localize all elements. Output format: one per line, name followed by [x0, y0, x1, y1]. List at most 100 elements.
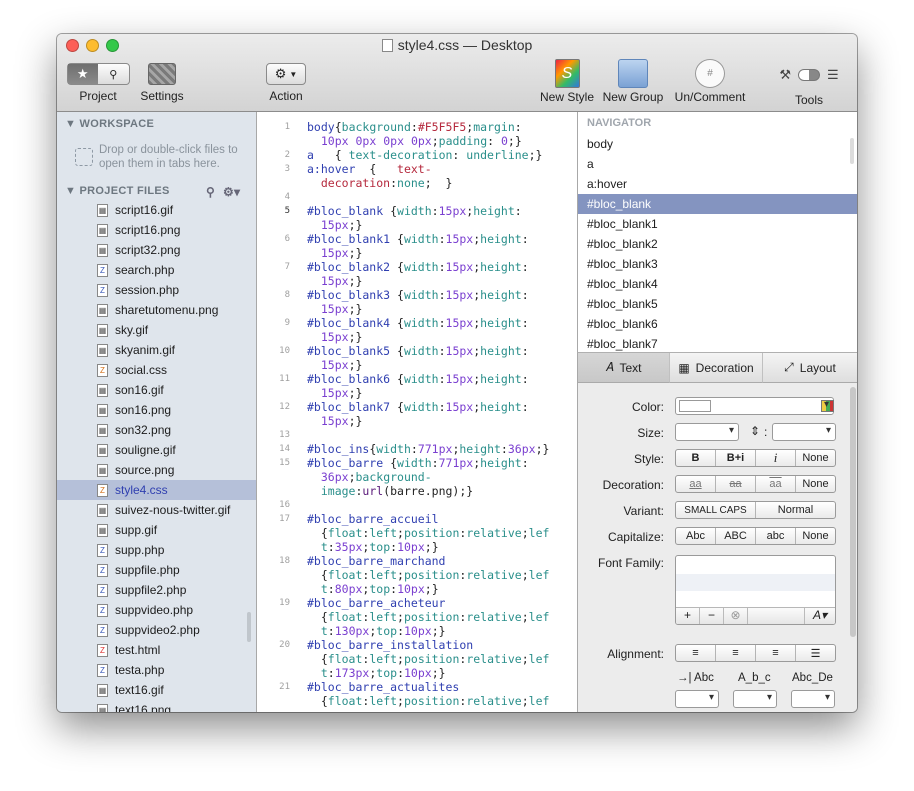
- uncomment-toolbar-item[interactable]: # Un/Comment: [671, 59, 749, 104]
- folder-icon[interactable]: [618, 59, 648, 88]
- navigator-item[interactable]: #bloc_blank7: [578, 334, 857, 352]
- code-editor[interactable]: 1 body{background:#F5F5F5;margin: 10px 0p…: [257, 112, 577, 712]
- align-right-icon[interactable]: ≡: [756, 645, 796, 661]
- new-style-icon[interactable]: S: [554, 59, 580, 88]
- file-row[interactable]: ▦ script32.png: [57, 240, 256, 260]
- code-line[interactable]: #bloc_blank7 {width:15px;height:: [307, 400, 529, 414]
- tab-layout[interactable]: ⤢ Layout: [763, 353, 857, 383]
- navigator-scrollbar[interactable]: [850, 138, 854, 164]
- code-line[interactable]: #bloc_barre_actualites: [307, 680, 459, 694]
- file-row[interactable]: ▦ source.png: [57, 460, 256, 480]
- sidebar-scrollbar[interactable]: [247, 612, 251, 642]
- variant-segmented[interactable]: SMALL CAPS Normal: [675, 501, 836, 519]
- letter-spacing-dropdown[interactable]: [733, 690, 777, 708]
- file-row[interactable]: ▦ supp.gif: [57, 520, 256, 540]
- file-row[interactable]: ▦ souligne.gif: [57, 440, 256, 460]
- disclosure-triangle-icon[interactable]: ▼: [65, 118, 76, 130]
- code-line[interactable]: 15px;}: [307, 274, 363, 288]
- search-icon[interactable]: ⚲: [98, 64, 129, 84]
- file-row[interactable]: ▦ son16.png: [57, 400, 256, 420]
- new-group-toolbar-item[interactable]: New Group: [601, 59, 665, 104]
- code-line[interactable]: a { text-decoration: underline;}: [307, 148, 542, 162]
- code-line[interactable]: 15px;}: [307, 246, 363, 260]
- action-button[interactable]: ⚙ ▼: [266, 63, 306, 85]
- file-row[interactable]: Zsuppvideo2.php: [57, 620, 256, 640]
- disclosure-triangle-icon[interactable]: ▼: [65, 185, 76, 197]
- code-line[interactable]: image:url(barre.png);}: [307, 484, 473, 498]
- file-row[interactable]: ▦ text16.png: [57, 700, 256, 712]
- file-row[interactable]: ▦ sky.gif: [57, 320, 256, 340]
- navigator-item[interactable]: #bloc_blank2: [578, 234, 857, 254]
- code-line[interactable]: body{background:#F5F5F5;margin:: [307, 120, 522, 134]
- navigator-item[interactable]: a: [578, 154, 857, 174]
- code-line[interactable]: {float:left;position:relative;lef: [307, 568, 550, 582]
- project-segmented[interactable]: ★ ⚲: [66, 63, 130, 85]
- code-line[interactable]: a:hover { text-: [307, 162, 432, 176]
- code-line[interactable]: #bloc_barre_marchand: [307, 554, 445, 568]
- color-grid-icon[interactable]: [821, 400, 834, 412]
- file-row[interactable]: Zsearch.php: [57, 260, 256, 280]
- code-line[interactable]: {float:left;position:relative;lef: [307, 652, 550, 666]
- file-row[interactable]: Zsuppvideo.php: [57, 600, 256, 620]
- code-line[interactable]: t:35px;top:10px;}: [307, 540, 439, 554]
- tab-text[interactable]: 𝐴 Text: [578, 353, 670, 383]
- overline-button[interactable]: aa: [756, 476, 796, 492]
- list-icon[interactable]: ☰: [827, 67, 839, 83]
- code-line[interactable]: 15px;}: [307, 330, 363, 344]
- add-font-button[interactable]: +: [676, 608, 700, 624]
- style-none-button[interactable]: None: [796, 450, 835, 466]
- code-line[interactable]: t:80px;top:10px;}: [307, 582, 439, 596]
- code-line[interactable]: 10px 0px 0px 0px;padding: 0;}: [307, 134, 522, 148]
- alignment-segmented[interactable]: ≡ ≡ ≡ ☰: [675, 644, 836, 662]
- file-row[interactable]: ▦ script16.png: [57, 220, 256, 240]
- file-row[interactable]: Zsession.php: [57, 280, 256, 300]
- align-left-icon[interactable]: ≡: [676, 645, 716, 661]
- capitalize-segmented[interactable]: Abc ABC abc None: [675, 527, 836, 545]
- code-line[interactable]: #bloc_blank4 {width:15px;height:: [307, 316, 529, 330]
- inspector-scrollbar[interactable]: [850, 387, 856, 637]
- variant-normal-button[interactable]: Normal: [756, 502, 835, 518]
- style-segmented[interactable]: B B+i i None: [675, 449, 836, 467]
- capitalize-none-button[interactable]: None: [796, 528, 835, 544]
- code-line[interactable]: 15px;}: [307, 414, 363, 428]
- code-line[interactable]: #bloc_blank5 {width:15px;height:: [307, 344, 529, 358]
- code-line[interactable]: #bloc_blank2 {width:15px;height:: [307, 260, 529, 274]
- navigator-item[interactable]: #bloc_blank6: [578, 314, 857, 334]
- align-center-icon[interactable]: ≡: [716, 645, 756, 661]
- code-line[interactable]: 15px;}: [307, 386, 363, 400]
- code-line[interactable]: {float:left;position:relative;lef: [307, 694, 550, 708]
- new-style-toolbar-item[interactable]: S New Style: [539, 59, 595, 104]
- uppercase-button[interactable]: ABC: [716, 528, 756, 544]
- bold-italic-button[interactable]: B+i: [716, 450, 756, 466]
- file-row[interactable]: Zsuppfile2.php: [57, 580, 256, 600]
- font-family-list[interactable]: + − ⊗ A▾: [675, 555, 836, 625]
- code-line[interactable]: #bloc_blank1 {width:15px;height:: [307, 232, 529, 246]
- navigator-item[interactable]: #bloc_blank5: [578, 294, 857, 314]
- code-line[interactable]: {float:left;position:relative;lef: [307, 526, 550, 540]
- file-row[interactable]: Zsuppfile.php: [57, 560, 256, 580]
- code-line[interactable]: 36px;background-: [307, 470, 432, 484]
- navigator-item[interactable]: a:hover: [578, 174, 857, 194]
- clear-fonts-button[interactable]: ⊗: [724, 608, 748, 624]
- capitalize-button[interactable]: Abc: [676, 528, 716, 544]
- tab-decoration[interactable]: ▦ Decoration: [670, 353, 763, 383]
- code-line[interactable]: 15px;}: [307, 218, 363, 232]
- navigator-item[interactable]: #bloc_blank3: [578, 254, 857, 274]
- gear-icon[interactable]: ⚙▾: [223, 185, 240, 199]
- file-row[interactable]: ▦ sharetutomenu.png: [57, 300, 256, 320]
- bold-button[interactable]: B: [676, 450, 716, 466]
- remove-font-button[interactable]: −: [700, 608, 724, 624]
- code-line[interactable]: #bloc_ins{width:771px;height:36px;}: [307, 442, 549, 456]
- project-files-header[interactable]: ▼ PROJECT FILES ⚲ ⚙▾: [65, 185, 255, 199]
- decoration-segmented[interactable]: aa aa aa None: [675, 475, 836, 493]
- code-line[interactable]: 15px;}: [307, 302, 363, 316]
- lowercase-button[interactable]: abc: [756, 528, 796, 544]
- file-row[interactable]: ▦ skyanim.gif: [57, 340, 256, 360]
- wrench-icon[interactable]: ⚒: [779, 67, 791, 83]
- size-dropdown[interactable]: [675, 423, 739, 441]
- code-line[interactable]: #bloc_barre_accueil: [307, 512, 439, 526]
- text-indent-dropdown[interactable]: [675, 690, 719, 708]
- code-line[interactable]: #bloc_blank6 {width:15px;height:: [307, 372, 529, 386]
- code-line[interactable]: #bloc_barre_acheteur: [307, 596, 445, 610]
- strikethrough-button[interactable]: aa: [716, 476, 756, 492]
